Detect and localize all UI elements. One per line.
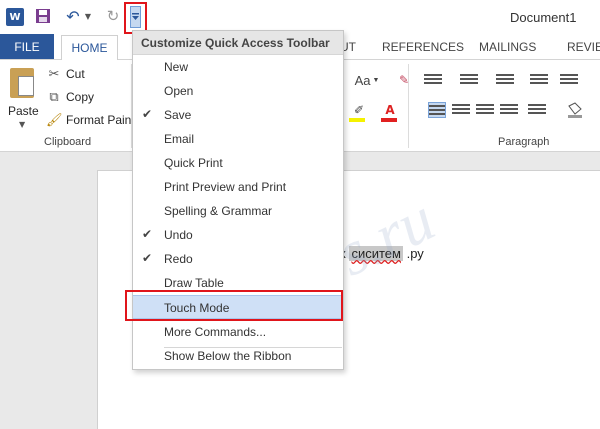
tab-home[interactable]: HOME [61, 35, 118, 60]
paste-label: Paste [8, 104, 39, 118]
checkmark-icon: ✔ [142, 251, 153, 265]
cut-label: Cut [66, 67, 85, 81]
checkmark-icon: ✔ [142, 107, 153, 121]
group-divider [408, 64, 409, 148]
title-bar: W ↶ ▼ ↻ Document1 [0, 0, 600, 34]
save-icon[interactable] [34, 6, 52, 26]
menu-item-redo[interactable]: ✔ Redo [133, 247, 343, 271]
line-spacing-icon[interactable] [528, 102, 546, 118]
menu-title: Customize Quick Access Toolbar [133, 31, 343, 55]
menu-item-label: Draw Table [164, 276, 224, 290]
copy-icon: ⧉ [49, 89, 59, 105]
undo-icon[interactable]: ↶ [64, 6, 82, 26]
tab-mailings[interactable]: MAILINGS [479, 40, 536, 54]
align-center-icon[interactable] [452, 102, 470, 118]
menu-item-new[interactable]: New [133, 55, 343, 79]
font-color-letter: A [385, 103, 395, 117]
change-case-label: Aa [354, 72, 371, 88]
align-right-icon[interactable] [476, 102, 494, 118]
menu-item-label: More Commands... [164, 325, 267, 339]
font-color-button[interactable]: A [382, 100, 398, 120]
document-text[interactable]: ых сиситем .ру [330, 246, 424, 261]
chevron-down-icon[interactable]: ▼ [19, 120, 25, 129]
menu-item-save[interactable]: ✔ Save [133, 103, 343, 127]
align-left-icon[interactable] [428, 102, 446, 118]
decrease-indent-icon[interactable] [530, 72, 548, 86]
selected-text[interactable]: сиситем [349, 246, 403, 261]
clear-formatting-icon[interactable]: ✎ [396, 70, 412, 90]
menu-item-label: Show Below the Ribbon [164, 349, 292, 363]
menu-item-label: Spelling & Grammar [164, 204, 273, 218]
bullets-icon[interactable] [424, 72, 442, 86]
undo-dropdown-chevron-icon[interactable]: ▼ [84, 6, 92, 26]
menu-item-undo[interactable]: ✔ Undo [133, 223, 343, 247]
menu-item-label: Redo [164, 252, 193, 266]
paintbrush-icon: 🖌 [46, 112, 63, 128]
document-title: Document1 [510, 10, 577, 25]
format-painter-button[interactable]: 🖌 Format Paint [46, 110, 135, 130]
chevron-down-icon: ▼ [372, 76, 380, 84]
copy-label: Copy [66, 90, 95, 104]
menu-item-label: Print Preview and Print [164, 180, 287, 194]
scissors-icon: ✂ [48, 66, 60, 82]
menu-item-more-commands[interactable]: More Commands... [133, 320, 343, 344]
paste-button[interactable]: Paste ▼ [4, 64, 40, 132]
menu-item-label: Save [164, 108, 192, 122]
highlight-color-bar [349, 118, 365, 122]
menu-item-label: Quick Print [164, 156, 223, 170]
tab-review[interactable]: REVIEW [567, 40, 600, 54]
menu-item-label: Undo [164, 228, 193, 242]
menu-item-label: New [164, 60, 189, 74]
tab-references[interactable]: REFERENCES [382, 40, 464, 54]
clipboard-group-label: Clipboard [44, 136, 92, 148]
word-app-icon[interactable]: W [6, 8, 24, 26]
change-case-button[interactable]: Aa ▼ [354, 70, 380, 90]
shading-icon[interactable] [566, 102, 584, 118]
menu-separator [164, 347, 342, 348]
font-color-bar [381, 118, 397, 122]
menu-item-print-preview-and-print[interactable]: Print Preview and Print [133, 175, 343, 199]
format-painter-label: Format Paint [66, 113, 135, 127]
numbering-icon[interactable] [460, 72, 478, 86]
clipboard-icon [10, 68, 34, 98]
word-logo-letter: W [9, 11, 21, 23]
paragraph-group-label: Paragraph [498, 136, 550, 148]
menu-item-spelling-grammar[interactable]: Spelling & Grammar [133, 199, 343, 223]
redo-icon[interactable]: ↻ [104, 6, 122, 26]
text-highlight-icon[interactable]: ✐ [350, 100, 368, 120]
menu-item-label: Email [164, 132, 195, 146]
tab-file[interactable]: FILE [0, 34, 54, 59]
cut-button[interactable]: ✂ Cut [46, 64, 85, 84]
menu-item-quick-print[interactable]: Quick Print [133, 151, 343, 175]
menu-item-email[interactable]: Email [133, 127, 343, 151]
menu-item-label: Open [164, 84, 194, 98]
menu-item-open[interactable]: Open [133, 79, 343, 103]
touch-mode-highlight [125, 290, 343, 321]
document-text-after: .ру [402, 246, 424, 261]
checkmark-icon: ✔ [142, 227, 153, 241]
copy-button[interactable]: ⧉ Copy [46, 87, 94, 107]
increase-indent-icon[interactable] [560, 72, 578, 86]
justify-icon[interactable] [500, 102, 518, 118]
multilevel-list-icon[interactable] [496, 72, 514, 86]
